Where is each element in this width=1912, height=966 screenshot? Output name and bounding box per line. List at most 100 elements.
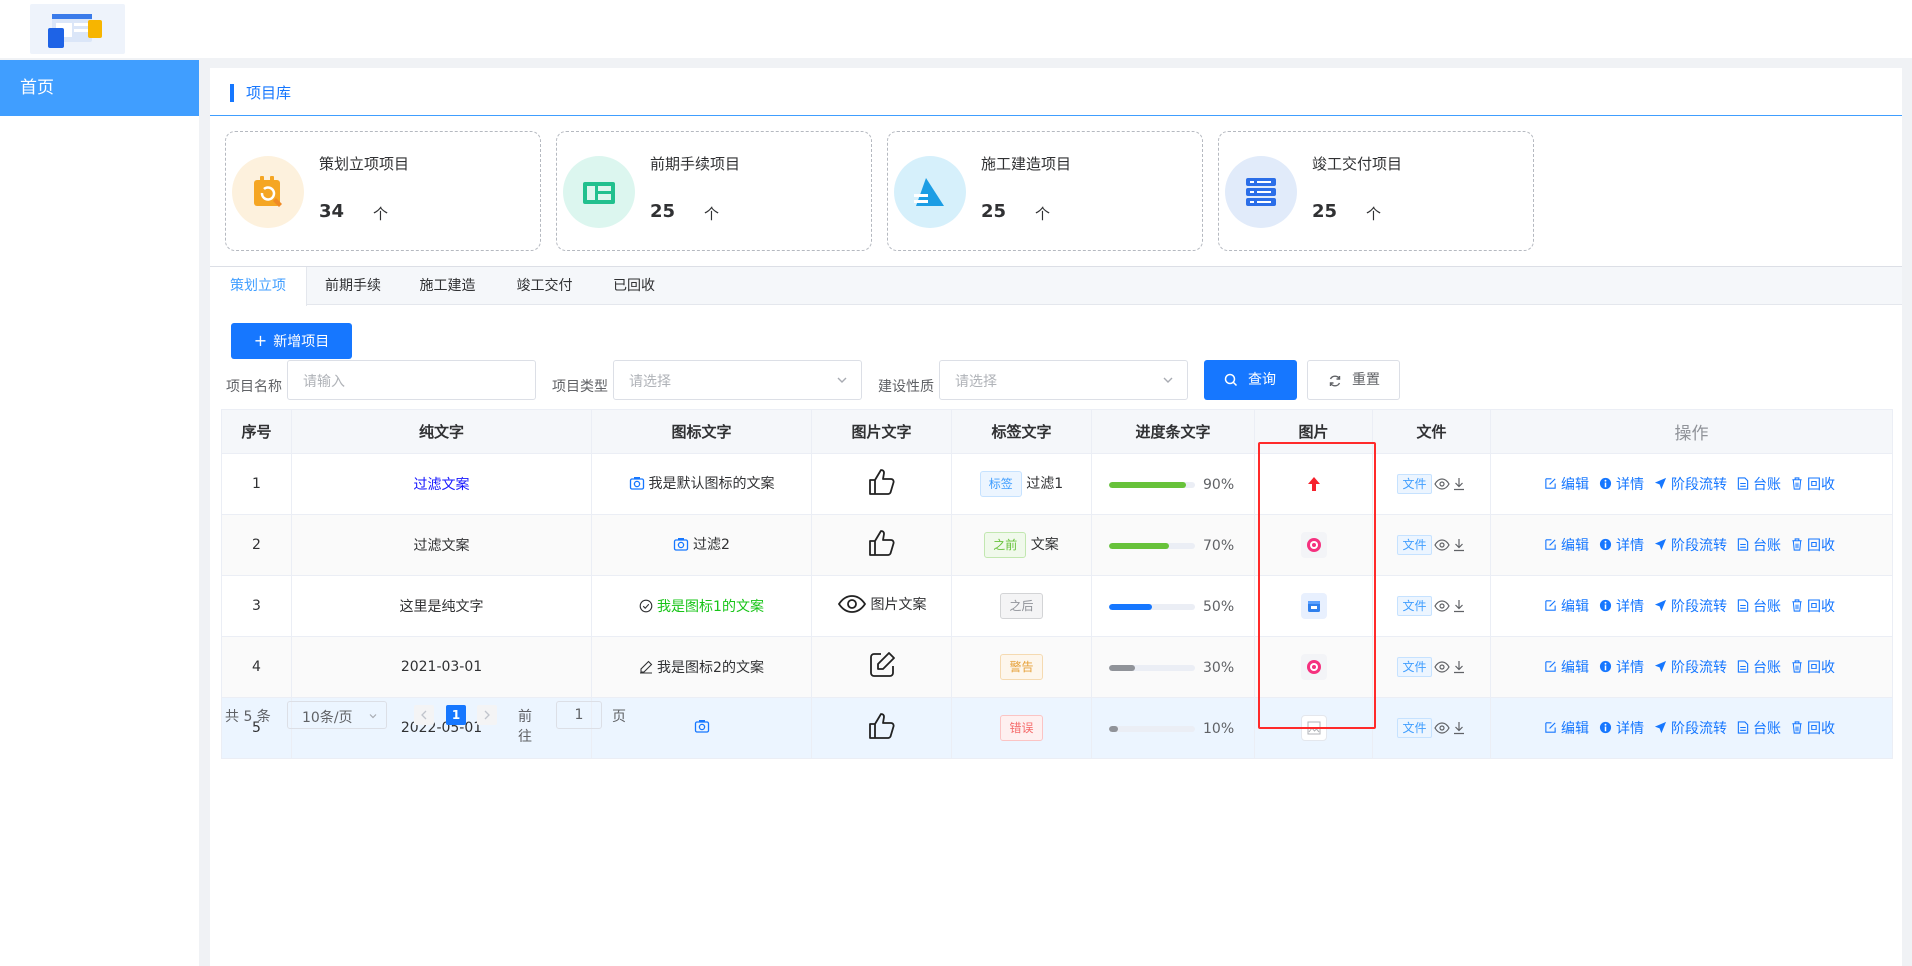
app-logo[interactable] <box>30 4 125 54</box>
status-tag: 标签 <box>979 471 1022 497</box>
edit-square-icon <box>869 652 895 677</box>
file-tag[interactable]: 文件 <box>1397 657 1432 677</box>
recycle-label: 回收 <box>1807 720 1835 737</box>
title-accent-bar <box>230 84 234 102</box>
table-row: 4 2021-03-01 我是图标2的文案 警告 30% 文件 编辑 详情 阶段… <box>221 636 1893 698</box>
stage-flow-action[interactable]: 阶段流转 <box>1654 474 1727 494</box>
file-tag[interactable]: 文件 <box>1397 718 1432 738</box>
ledger-action[interactable]: 台账 <box>1737 474 1781 494</box>
ledger-action[interactable]: 台账 <box>1737 535 1781 555</box>
next-page-button[interactable] <box>477 705 497 725</box>
detail-action[interactable]: 详情 <box>1599 535 1644 555</box>
edit-action[interactable]: 编辑 <box>1544 535 1589 555</box>
image-thumbnail[interactable] <box>1300 654 1327 680</box>
detail-action[interactable]: 详情 <box>1599 474 1644 494</box>
project-name-input[interactable]: 请输入 <box>287 360 536 400</box>
stage-flow-action[interactable]: 阶段流转 <box>1654 718 1727 738</box>
tab-pre-procedure[interactable]: 前期手续 <box>307 267 399 305</box>
download-icon[interactable] <box>1452 721 1466 735</box>
tab-construction[interactable]: 施工建造 <box>399 267 496 305</box>
recycle-action[interactable]: 回收 <box>1791 596 1835 616</box>
image-thumbnail[interactable] <box>1300 593 1327 619</box>
ledger-action[interactable]: 台账 <box>1737 718 1781 738</box>
send-icon <box>1654 661 1667 673</box>
recycle-label: 回收 <box>1807 659 1835 676</box>
col-icon-text: 图标文字 <box>591 409 812 454</box>
eye-icon[interactable] <box>1433 538 1450 552</box>
icon-text-label: 我是图标1的文案 <box>657 598 764 615</box>
page-size-select[interactable]: 10条/页 <box>287 701 387 729</box>
edit-action[interactable]: 编辑 <box>1544 596 1589 616</box>
info-icon <box>1599 478 1612 490</box>
pencil-icon <box>640 660 653 674</box>
ledger-label: 台账 <box>1753 476 1781 493</box>
image-thumbnail[interactable] <box>1300 532 1327 558</box>
recycle-action[interactable]: 回收 <box>1791 474 1835 494</box>
tag-suffix: 文案 <box>1030 537 1059 553</box>
download-icon[interactable] <box>1452 660 1466 674</box>
file-tag[interactable]: 文件 <box>1397 474 1432 494</box>
download-icon[interactable] <box>1452 538 1466 552</box>
eye-icon[interactable] <box>1433 599 1450 613</box>
project-type-select[interactable]: 请选择 <box>613 360 862 400</box>
edit-action[interactable]: 编辑 <box>1544 657 1589 677</box>
stat-label: 前期手续项目 <box>650 155 741 173</box>
blueprint-icon <box>563 156 635 228</box>
stage-flow-action[interactable]: 阶段流转 <box>1654 596 1727 616</box>
detail-action[interactable]: 详情 <box>1599 596 1644 616</box>
tab-recycled[interactable]: 已回收 <box>593 267 675 305</box>
recycle-action[interactable]: 回收 <box>1791 535 1835 555</box>
stage-flow-action[interactable]: 阶段流转 <box>1654 535 1727 555</box>
col-plain-text: 纯文字 <box>291 409 592 454</box>
image-thumbnail[interactable] <box>1301 471 1327 497</box>
edit-label: 编辑 <box>1561 720 1589 737</box>
ledger-action[interactable]: 台账 <box>1737 657 1781 677</box>
recycle-action[interactable]: 回收 <box>1791 657 1835 677</box>
edit-action[interactable]: 编辑 <box>1544 474 1589 494</box>
prev-page-button[interactable] <box>414 705 434 725</box>
edit-action[interactable]: 编辑 <box>1544 718 1589 738</box>
eye-icon[interactable] <box>1433 721 1450 735</box>
ledger-action[interactable]: 台账 <box>1737 596 1781 616</box>
sidebar-item-home[interactable]: 首页 <box>0 60 199 116</box>
add-project-button[interactable]: + 新增项目 <box>231 323 352 359</box>
stage-flow-action[interactable]: 阶段流转 <box>1654 657 1727 677</box>
stage-flow-label: 阶段流转 <box>1671 659 1727 676</box>
detail-action[interactable]: 详情 <box>1599 718 1644 738</box>
stat-count: 25 <box>981 201 1007 222</box>
trash-icon <box>1792 599 1802 612</box>
file-tag[interactable]: 文件 <box>1397 596 1432 616</box>
document-icon <box>1737 660 1749 673</box>
col-progress-text: 进度条文字 <box>1091 409 1255 454</box>
construction-nature-select[interactable]: 请选择 <box>939 360 1188 400</box>
page-number-current[interactable]: 1 <box>446 705 466 725</box>
recycle-action[interactable]: 回收 <box>1791 718 1835 738</box>
edit-label: 编辑 <box>1561 598 1589 615</box>
plain-text-cell: 过滤文案 <box>291 514 592 576</box>
trash-icon <box>1792 538 1802 551</box>
tab-delivery[interactable]: 竣工交付 <box>496 267 593 305</box>
detail-action[interactable]: 详情 <box>1599 657 1644 677</box>
col-index: 序号 <box>221 409 292 454</box>
image-placeholder-icon <box>1307 721 1320 735</box>
thumbs-up-icon <box>868 469 895 495</box>
query-button[interactable]: 查询 <box>1204 360 1297 400</box>
goto-page-input[interactable]: 1 <box>556 701 602 729</box>
plain-text-link[interactable]: 过滤文案 <box>414 477 470 493</box>
image-thumbnail[interactable] <box>1300 715 1327 741</box>
recycle-label: 回收 <box>1807 537 1835 554</box>
reset-button[interactable]: 重置 <box>1307 360 1400 400</box>
plain-text-cell: 2021-03-01 <box>291 636 592 698</box>
download-icon[interactable] <box>1452 477 1466 491</box>
download-icon[interactable] <box>1452 599 1466 613</box>
col-image: 图片 <box>1254 409 1373 454</box>
eye-icon[interactable] <box>1433 660 1450 674</box>
tab-bar: 策划立项 前期手续 施工建造 竣工交付 已回收 <box>210 267 1902 306</box>
table-header-row: 序号 纯文字 图标文字 图片文字 标签文字 进度条文字 图片 文件 操作 <box>221 409 1893 454</box>
eye-icon[interactable] <box>1433 477 1450 491</box>
file-tag[interactable]: 文件 <box>1397 535 1432 555</box>
chevron-right-icon <box>484 710 490 720</box>
tab-planning[interactable]: 策划立项 <box>210 267 307 306</box>
page-header: 项目库 <box>210 68 1902 116</box>
status-tag: 错误 <box>1000 715 1043 741</box>
